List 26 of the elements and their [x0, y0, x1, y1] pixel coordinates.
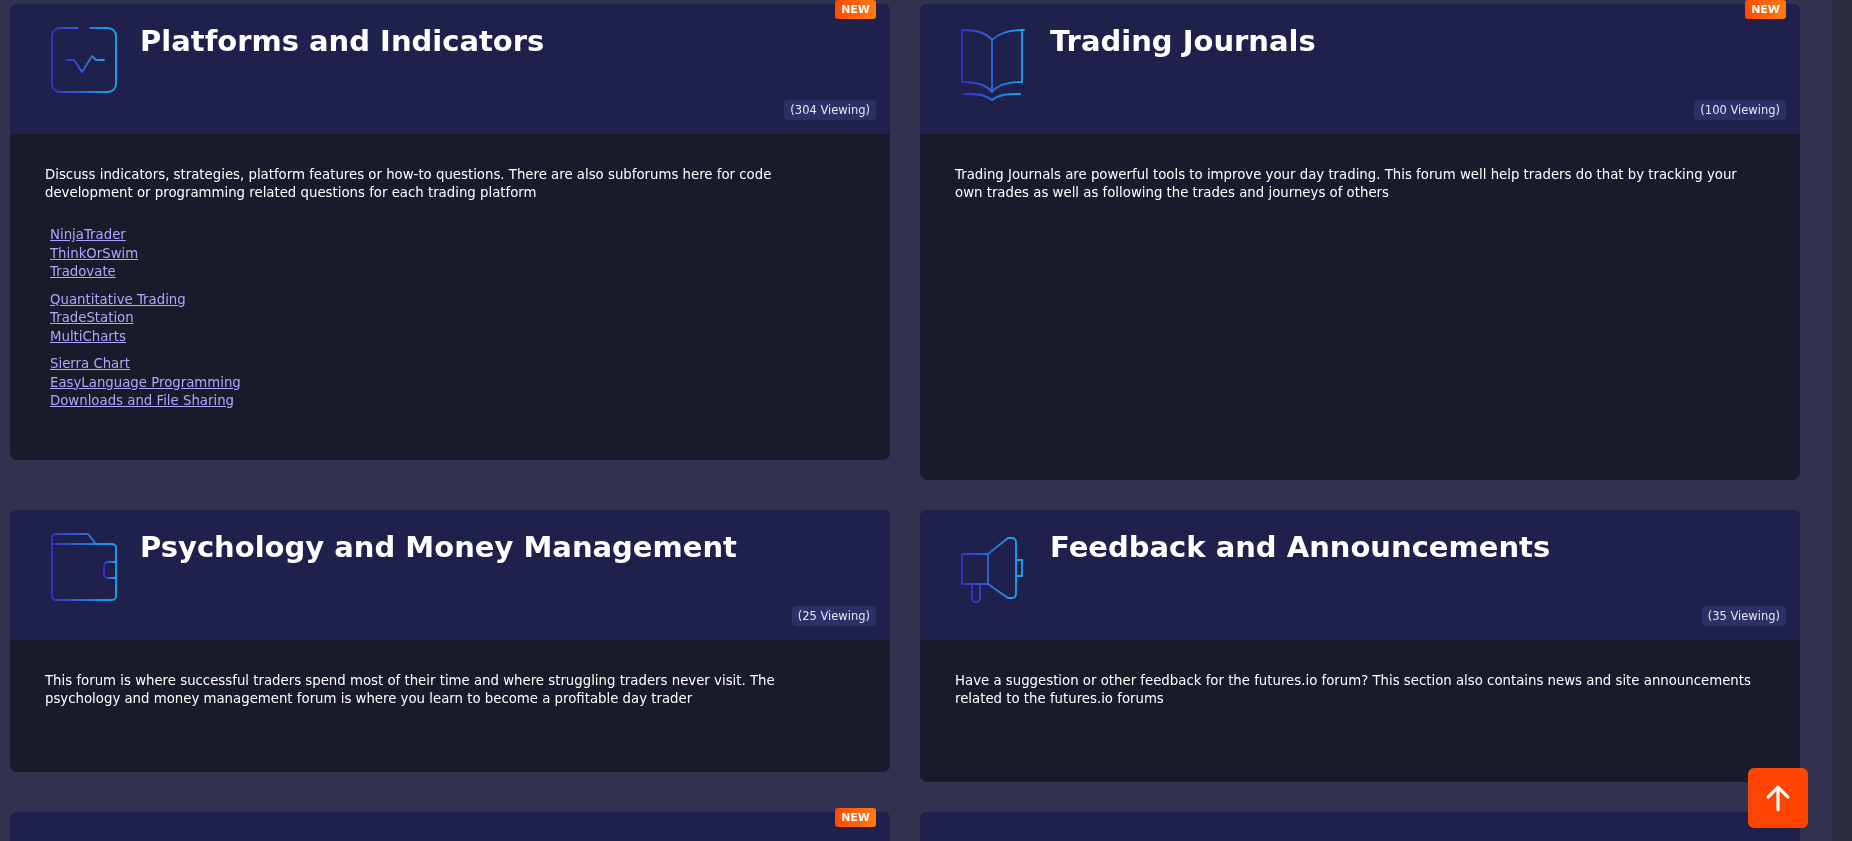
- viewing-count: (25 Viewing): [791, 606, 876, 626]
- subforum-link[interactable]: NinjaTrader: [50, 226, 126, 245]
- viewing-count: (35 Viewing): [1701, 606, 1786, 626]
- forum-description: Trading Journals are powerful tools to improve your day trading. This forum well help traders do that by tracking your own trades as well as following the trades and journeys of others: [955, 166, 1738, 202]
- forum-description: Have a suggestion or other feedback for the futures.io forum? This section also contains news and site announcements related to the futures.io forums: [955, 672, 1752, 708]
- forum-title-link[interactable]: Psychology and Money Management: [140, 530, 737, 564]
- subforum-link[interactable]: Tradovate: [50, 263, 116, 282]
- forum-title-link[interactable]: Platforms and Indicators: [140, 24, 545, 58]
- forum-description: This forum is where successful traders spend most of their time and where struggling traders never visit. The psychology and money management forum is where you learn to become a profitable day trader: [45, 672, 776, 708]
- subforum-link[interactable]: Sierra Chart: [50, 355, 130, 374]
- subforum-link[interactable]: Quantitative Trading: [50, 290, 186, 309]
- new-badge: NEW: [835, 808, 876, 827]
- forum-title-link[interactable]: Trading Journals: [1050, 24, 1316, 58]
- new-badge: NEW: [835, 0, 876, 19]
- subforum-link[interactable]: TradeStation: [50, 309, 134, 328]
- subforum-link[interactable]: Downloads and File Sharing: [50, 392, 234, 411]
- forum-title-link[interactable]: Feedback and Announcements: [1050, 530, 1551, 564]
- scroll-to-top-button[interactable]: [1748, 768, 1808, 828]
- subforum-link[interactable]: EasyLanguage Programming: [50, 373, 241, 392]
- subforum-link[interactable]: ThinkOrSwim: [50, 244, 139, 263]
- viewing-count: (304 Viewing): [784, 100, 876, 120]
- new-badge: NEW: [1745, 0, 1786, 19]
- viewing-count: (100 Viewing): [1694, 100, 1786, 120]
- book-icon: [960, 26, 1028, 102]
- forum-description: Discuss indicators, strategies, platform features or how-to questions. There are also subforums here for code development or programming related questions for each trading platform: [45, 166, 773, 202]
- subforum-link[interactable]: MultiCharts: [50, 327, 126, 346]
